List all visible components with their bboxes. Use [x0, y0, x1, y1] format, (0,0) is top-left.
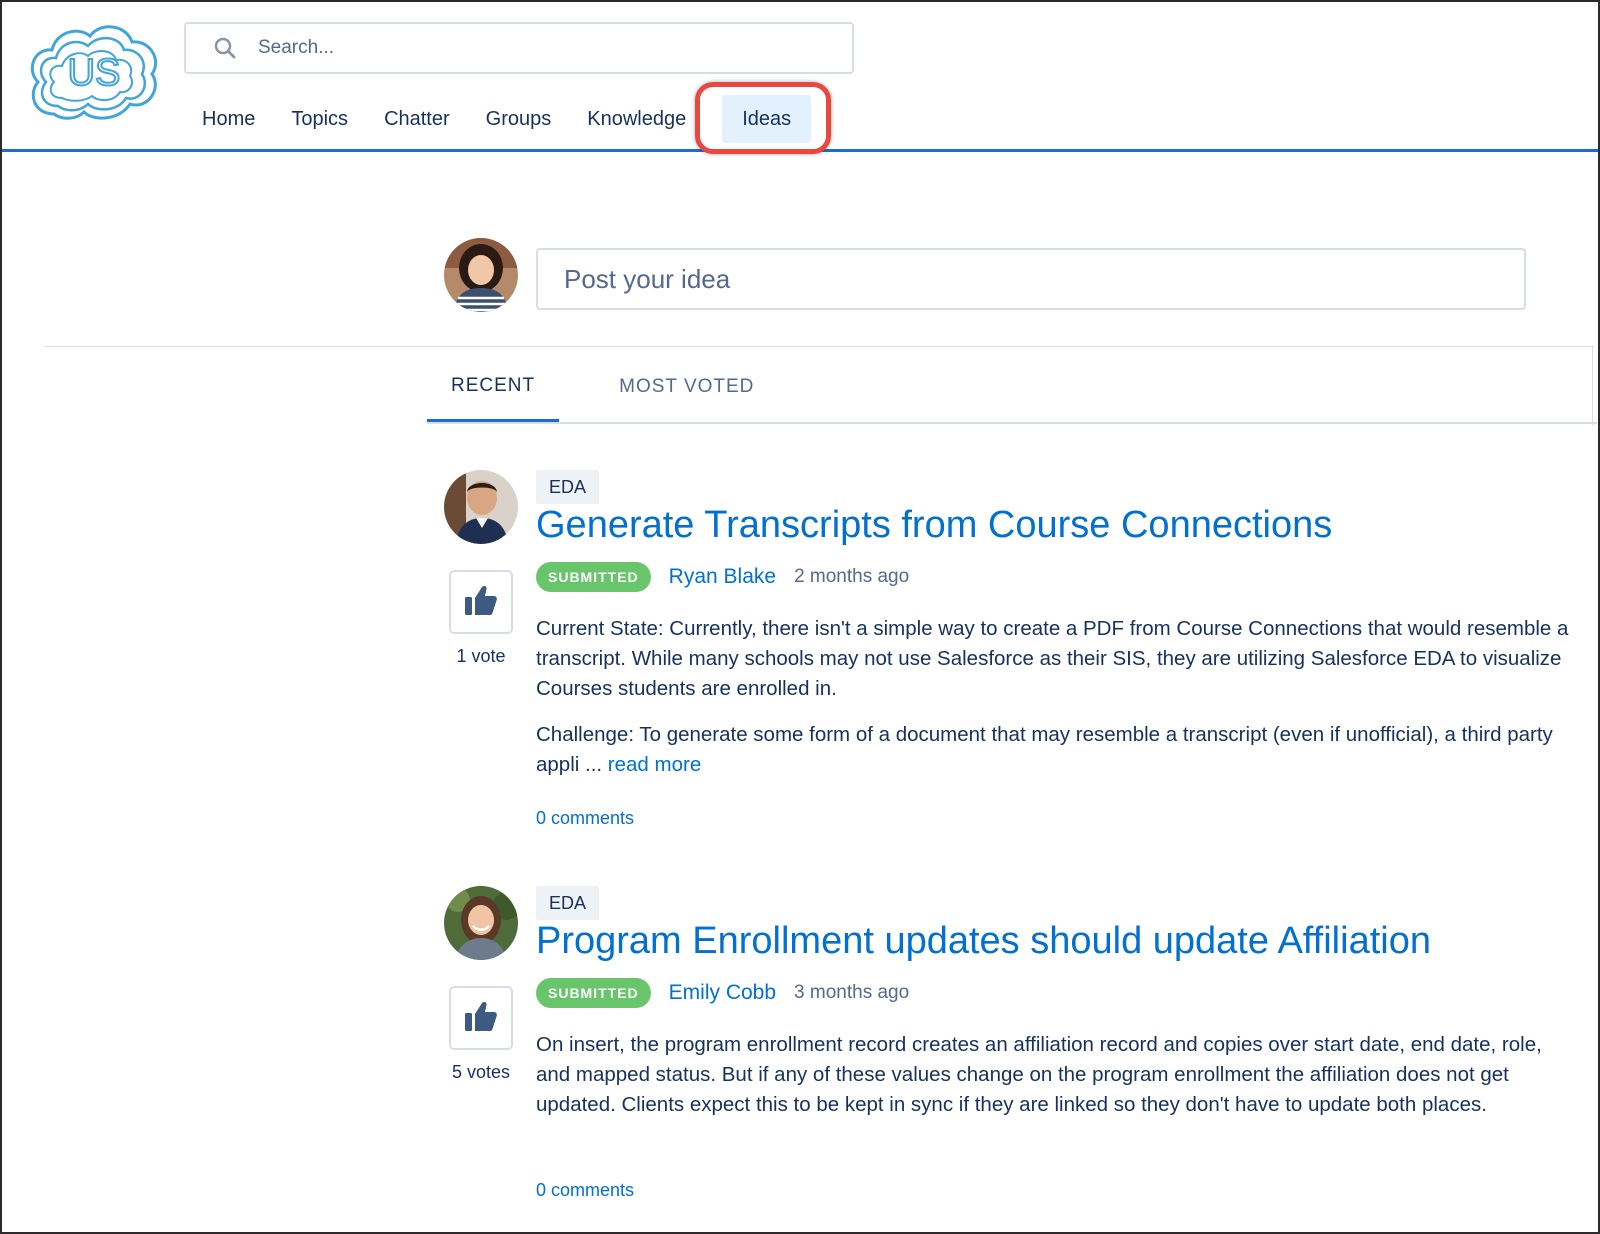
- idea-title[interactable]: Program Enrollment updates should update…: [536, 920, 1431, 963]
- current-user-avatar: [444, 238, 518, 312]
- upvote-button[interactable]: [449, 570, 513, 634]
- author-link[interactable]: Ryan Blake: [669, 565, 776, 589]
- idea-meta: SUBMITTED Ryan Blake 2 months ago: [536, 562, 909, 592]
- topic-tag[interactable]: EDA: [536, 470, 600, 504]
- idea-body-paragraph: Challenge: To generate some form of a do…: [536, 720, 1576, 780]
- author-link[interactable]: Emily Cobb: [669, 981, 776, 1005]
- search-input[interactable]: [258, 37, 818, 59]
- nav-item-chatter[interactable]: Chatter: [366, 95, 468, 143]
- idea-body-paragraph: On insert, the program enrollment record…: [536, 1033, 1542, 1116]
- tab-recent[interactable]: RECENT: [427, 352, 560, 422]
- read-more-link[interactable]: read more: [608, 753, 701, 776]
- cloud-logo-icon: US: [30, 25, 158, 120]
- timestamp: 3 months ago: [794, 982, 910, 1003]
- site-header: US Home Topics Chatter Groups Knowledge …: [2, 2, 1598, 154]
- vote-count: 1 vote: [456, 646, 506, 666]
- thumbs-up-icon: [464, 1000, 498, 1037]
- idea-item: 1 vote EDA Generate Transcripts from Cou…: [444, 470, 1584, 850]
- status-badge: SUBMITTED: [536, 562, 651, 592]
- vote-count: 5 votes: [451, 1062, 511, 1082]
- post-idea-input[interactable]: [536, 248, 1526, 310]
- nav-item-ideas[interactable]: Ideas: [722, 95, 812, 143]
- idea-title[interactable]: Generate Transcripts from Course Connect…: [536, 504, 1332, 547]
- search-icon: [214, 35, 240, 61]
- idea-body: Current State: Currently, there isn't a …: [536, 614, 1576, 796]
- section-divider: [44, 346, 1594, 347]
- search-box[interactable]: [184, 22, 854, 74]
- topic-tag[interactable]: EDA: [536, 886, 600, 920]
- idea-body-paragraph: Current State: Currently, there isn't a …: [536, 617, 1569, 700]
- sort-tabs: RECENT MOST VOTED: [427, 352, 1597, 424]
- thumbs-up-icon: [464, 584, 498, 621]
- main-navigation: Home Topics Chatter Groups Knowledge Ide…: [184, 90, 812, 148]
- tab-most-voted[interactable]: MOST VOTED: [595, 352, 778, 422]
- author-avatar[interactable]: [444, 886, 518, 960]
- nav-item-knowledge[interactable]: Knowledge: [569, 95, 704, 143]
- nav-item-groups[interactable]: Groups: [468, 95, 570, 143]
- status-badge: SUBMITTED: [536, 978, 651, 1008]
- idea-meta: SUBMITTED Emily Cobb 3 months ago: [536, 978, 909, 1008]
- idea-item: 5 votes EDA Program Enrollment updates s…: [444, 886, 1584, 1216]
- author-avatar[interactable]: [444, 470, 518, 544]
- community-logo[interactable]: US: [24, 20, 162, 126]
- app-frame: US Home Topics Chatter Groups Knowledge …: [0, 0, 1600, 1234]
- comments-link[interactable]: 0 comments: [536, 808, 634, 829]
- nav-item-home[interactable]: Home: [184, 95, 273, 143]
- logo-text: US: [68, 52, 121, 94]
- timestamp: 2 months ago: [794, 566, 910, 587]
- comments-link[interactable]: 0 comments: [536, 1180, 634, 1201]
- idea-body: On insert, the program enrollment record…: [536, 1030, 1576, 1136]
- upvote-button[interactable]: [449, 986, 513, 1050]
- nav-item-topics[interactable]: Topics: [273, 95, 366, 143]
